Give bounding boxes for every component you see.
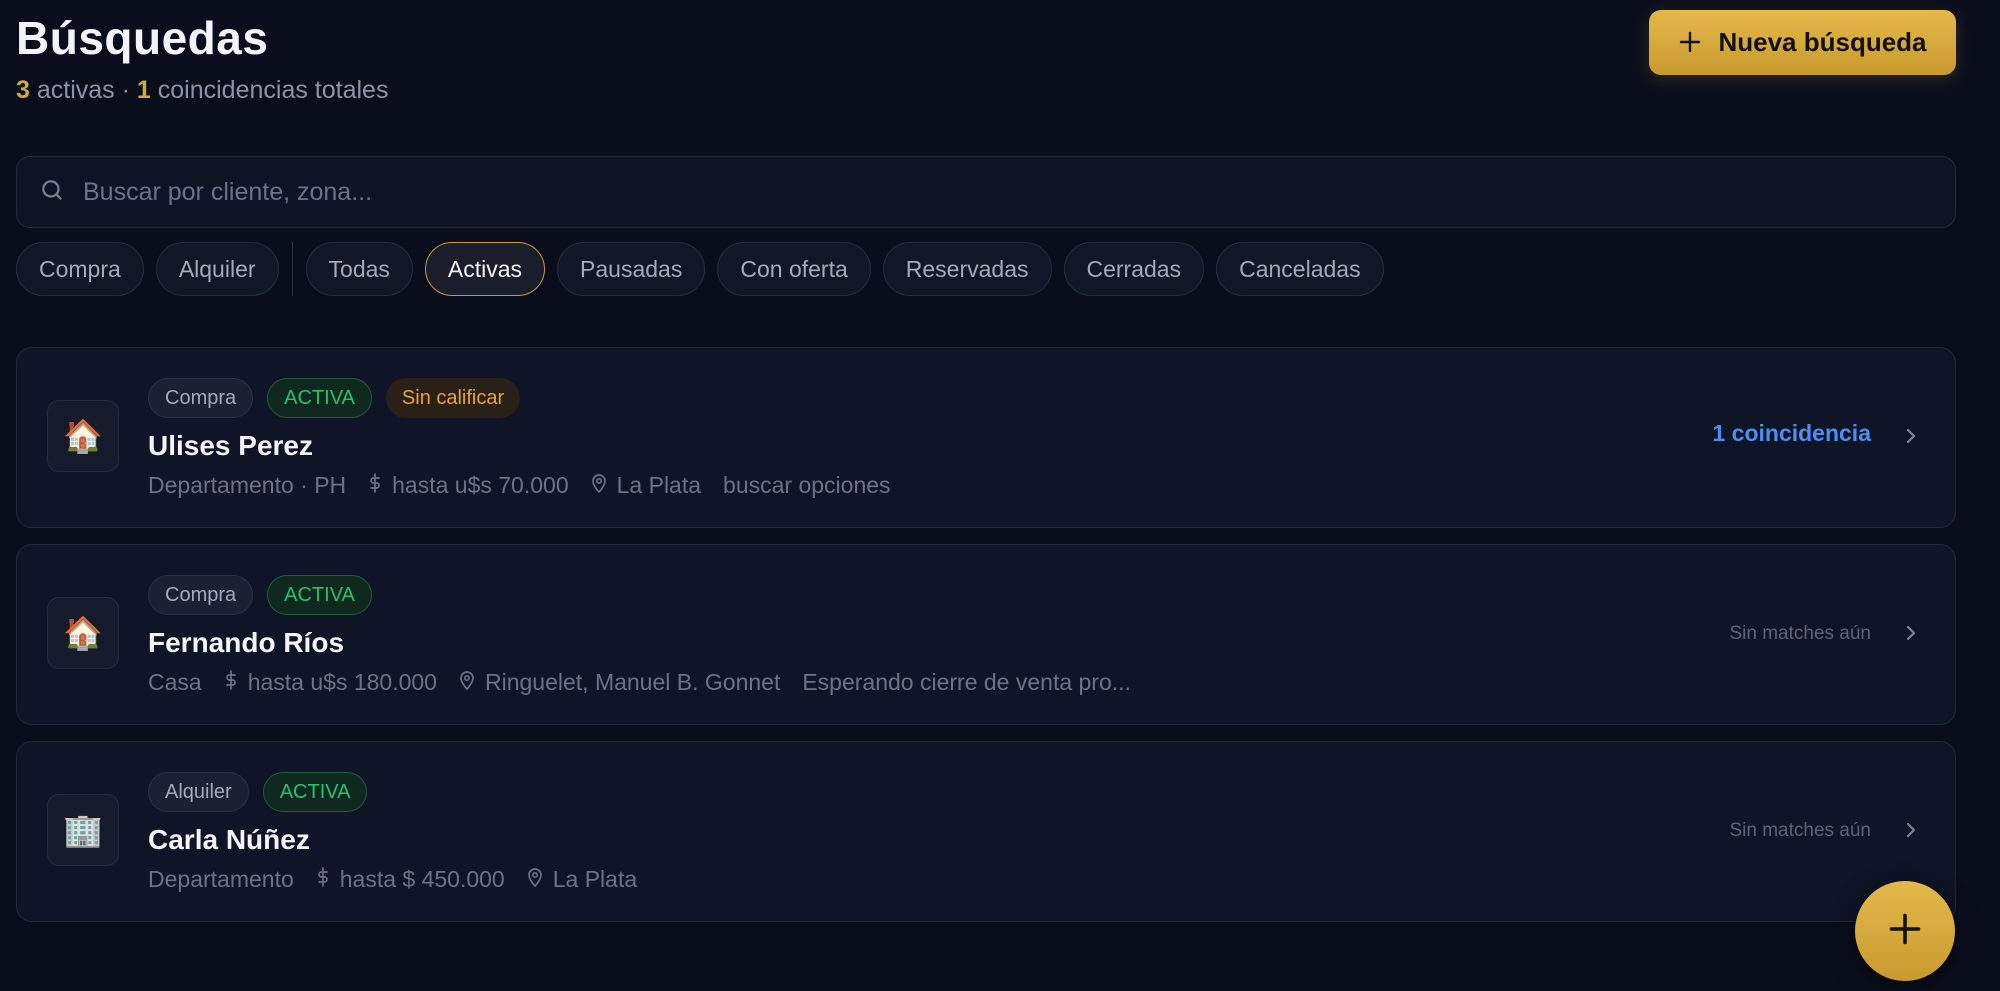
page-title: Búsquedas [16, 12, 269, 64]
no-match-text: Sin matches aún [1729, 623, 1871, 644]
property-type: Departamento · PH [148, 472, 347, 498]
location-pin-icon [591, 472, 607, 499]
active-count: 3 [16, 76, 30, 104]
filter-chip-alquiler[interactable]: Alquiler [155, 242, 279, 296]
filter-divider [291, 242, 293, 296]
card-tags: Compra ACTIVA Sin calificar [148, 378, 521, 418]
new-search-label: Nueva búsqueda [1718, 27, 1927, 57]
summary-subtitle: 3 activas · 1 coincidencias totales [16, 76, 388, 105]
card-note: Esperando cierre de venta pro... [802, 669, 1131, 695]
unqualified-badge: Sin calificar [385, 378, 521, 418]
match-link[interactable]: 1 coincidencia [1712, 420, 1871, 447]
budget-text: hasta $ 450.000 [339, 866, 505, 892]
location-text: La Plata [616, 472, 702, 498]
plus-icon [1678, 27, 1702, 59]
status-badge: ACTIVA [262, 772, 368, 812]
dollar-icon [368, 472, 382, 499]
filter-bar: Compra Alquiler Todas Activas Pausadas C… [16, 242, 1384, 296]
chevron-right-icon [1903, 818, 1919, 847]
dollar-icon [316, 866, 330, 893]
location-pin-icon [459, 669, 475, 696]
page-header: Búsquedas 3 activas · 1 coincidencias to… [16, 10, 388, 105]
budget-text: hasta u$s 180.000 [247, 669, 437, 695]
operation-tag: Compra [148, 575, 254, 615]
search-card[interactable]: 🏢 Alquiler ACTIVA Carla Núñez Departamen… [16, 741, 1956, 922]
card-tags: Compra ACTIVA [148, 575, 372, 615]
filter-chip-canceladas[interactable]: Canceladas [1216, 242, 1384, 296]
house-icon: 🏠 [47, 597, 119, 669]
status-badge: ACTIVA [267, 378, 372, 418]
active-label: activas [36, 76, 115, 104]
operation-tag: Compra [148, 378, 254, 418]
new-search-button[interactable]: Nueva búsqueda [1649, 10, 1956, 75]
filter-chip-pausadas[interactable]: Pausadas [557, 242, 706, 296]
location: La Plata [591, 472, 701, 499]
dollar-icon [224, 669, 238, 696]
subtitle-separator: · [121, 76, 130, 104]
budget-text: hasta u$s 70.000 [392, 472, 569, 498]
client-name: Fernando Ríos [148, 627, 345, 658]
location-text: Ringuelet, Manuel B. Gonnet [484, 669, 781, 695]
chevron-right-icon [1903, 621, 1919, 650]
filter-chip-activas[interactable]: Activas [424, 242, 546, 296]
no-match-text: Sin matches aún [1729, 820, 1871, 841]
search-bar [16, 156, 1956, 228]
house-icon: 🏠 [47, 400, 119, 472]
search-card[interactable]: 🏠 Compra ACTIVA Fernando Ríos Casa hasta… [16, 544, 1956, 725]
location: La Plata [527, 866, 637, 893]
add-search-fab[interactable] [1855, 881, 1955, 981]
budget: hasta u$s 70.000 [368, 472, 569, 499]
search-card[interactable]: 🏠 Compra ACTIVA Sin calificar Ulises Per… [16, 347, 1956, 528]
chevron-right-icon [1903, 424, 1919, 453]
filter-chip-todas[interactable]: Todas [305, 242, 413, 296]
filter-chip-compra[interactable]: Compra [16, 242, 144, 296]
card-meta: Departamento hasta $ 450.000 La Plata [148, 866, 659, 893]
card-meta: Departamento · PH hasta u$s 70.000 La Pl… [148, 472, 913, 499]
budget: hasta u$s 180.000 [224, 669, 437, 696]
client-name: Ulises Perez [148, 430, 313, 461]
match-label: coincidencias totales [157, 76, 389, 104]
location-pin-icon [527, 866, 543, 893]
budget: hasta $ 450.000 [316, 866, 505, 893]
card-note: buscar opciones [723, 472, 891, 498]
client-name: Carla Núñez [148, 824, 310, 855]
filter-chip-cerradas[interactable]: Cerradas [1063, 242, 1205, 296]
location: Ringuelet, Manuel B. Gonnet [459, 669, 780, 696]
operation-tag: Alquiler [148, 772, 249, 812]
search-input[interactable] [83, 177, 1883, 207]
card-meta: Casa hasta u$s 180.000 Ringuelet, Manuel… [148, 669, 1153, 696]
plus-icon [1887, 911, 1923, 952]
match-count: 1 [136, 76, 151, 104]
status-badge: ACTIVA [267, 575, 372, 615]
location-text: La Plata [552, 866, 638, 892]
filter-chip-con-oferta[interactable]: Con oferta [717, 242, 871, 296]
property-type: Departamento [148, 866, 294, 892]
filter-chip-reservadas[interactable]: Reservadas [882, 242, 1052, 296]
search-icon [39, 177, 65, 208]
card-tags: Alquiler ACTIVA [148, 772, 368, 812]
property-type: Casa [148, 669, 202, 695]
building-icon: 🏢 [47, 794, 119, 866]
